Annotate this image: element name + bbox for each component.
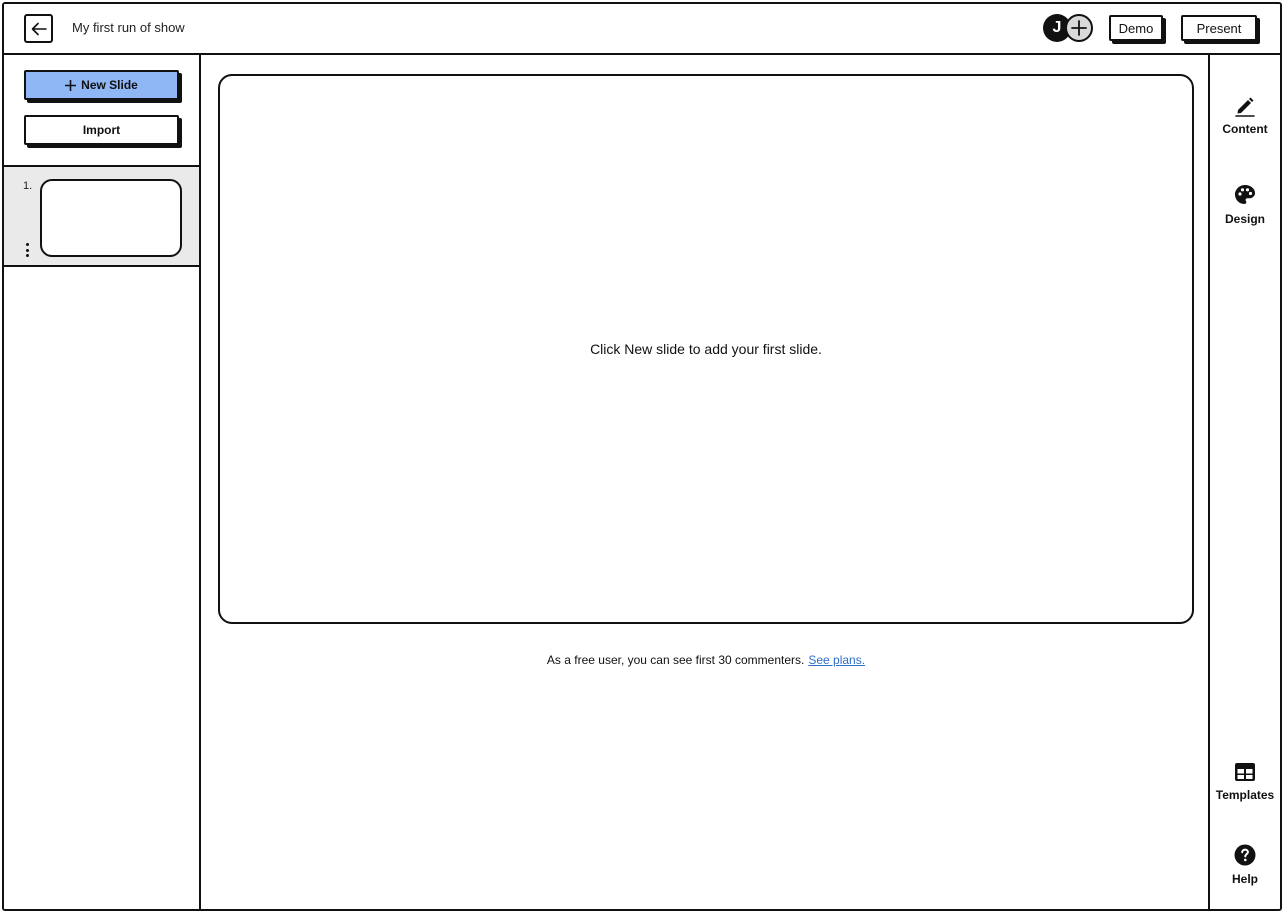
slide-number: 1. xyxy=(23,180,33,192)
empty-canvas-message: Click New slide to add your first slide. xyxy=(590,341,822,357)
add-collaborator-button[interactable] xyxy=(1065,14,1093,42)
rail-design-label: Design xyxy=(1224,211,1265,226)
import-button[interactable]: Import xyxy=(24,115,179,145)
document-title[interactable]: My first run of show xyxy=(72,20,185,35)
new-slide-label: New Slide xyxy=(81,78,138,92)
top-bar: My first run of show J Demo Present xyxy=(4,4,1280,55)
rail-item-templates[interactable]: Templates xyxy=(1210,751,1280,811)
main-editor: Click New slide to add your first slide.… xyxy=(201,55,1208,909)
rail-content-label: Content xyxy=(1222,121,1268,136)
right-tool-rail: Content Design Templates Help xyxy=(1208,55,1280,909)
question-circle-icon xyxy=(1234,844,1256,865)
pencil-icon xyxy=(1235,97,1255,117)
see-plans-link[interactable]: See plans. xyxy=(808,653,865,667)
rail-item-content[interactable]: Content xyxy=(1210,85,1280,145)
rail-item-design[interactable]: Design xyxy=(1210,174,1280,234)
rail-templates-label: Templates xyxy=(1215,787,1275,802)
present-button[interactable]: Present xyxy=(1181,15,1257,41)
rail-help-label: Help xyxy=(1231,871,1258,886)
rail-item-help[interactable]: Help xyxy=(1210,834,1280,894)
app-window: My first run of show J Demo Present New … xyxy=(2,2,1282,911)
slide-list-item[interactable]: 1. xyxy=(4,167,199,267)
palette-icon xyxy=(1235,184,1255,204)
plus-icon xyxy=(65,79,77,91)
table-icon xyxy=(1235,762,1255,781)
kebab-menu-icon[interactable] xyxy=(23,243,31,257)
back-button[interactable] xyxy=(24,14,53,43)
arrow-left-icon xyxy=(31,22,47,35)
free-plan-text: As a free user, you can see first 30 com… xyxy=(546,653,805,667)
new-slide-button[interactable]: New Slide xyxy=(24,70,179,100)
free-plan-notice: As a free user, you can see first 30 com… xyxy=(201,653,1211,667)
plus-icon xyxy=(1071,20,1087,36)
slide-canvas[interactable]: Click New slide to add your first slide. xyxy=(218,74,1194,624)
demo-button[interactable]: Demo xyxy=(1109,15,1163,41)
slide-thumbnail[interactable] xyxy=(40,179,182,257)
slides-sidebar: New Slide Import 1. xyxy=(4,55,201,909)
